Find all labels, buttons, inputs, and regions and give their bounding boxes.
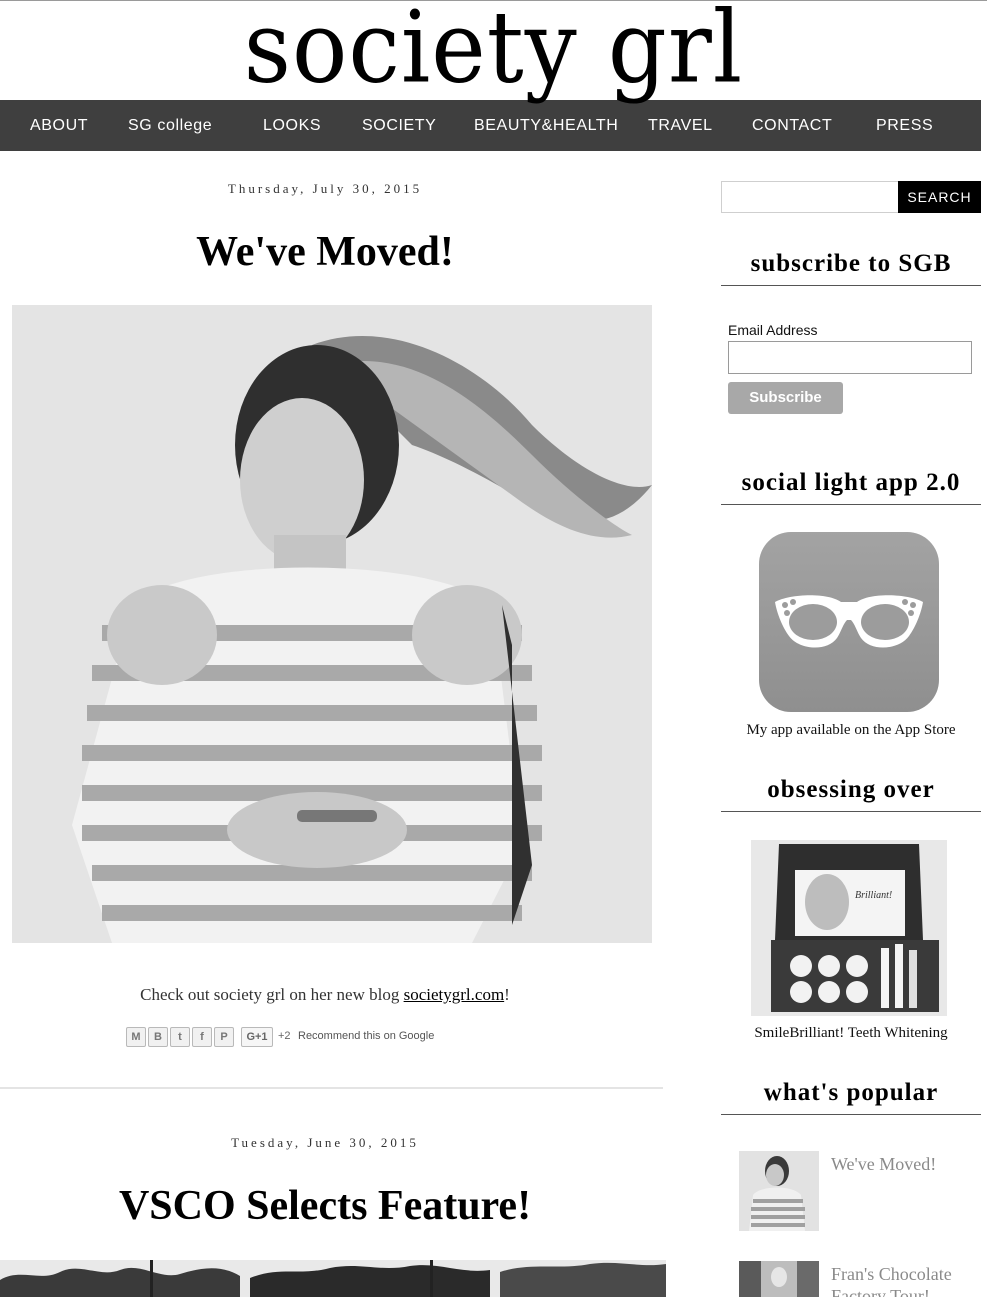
blogger-share-button[interactable]: B xyxy=(148,1027,168,1047)
site-logo-text[interactable]: society grl xyxy=(244,0,743,98)
popular-post-title-2[interactable]: Fran's Chocolate Factory Tour! xyxy=(831,1263,981,1297)
email-address-input[interactable] xyxy=(728,341,972,374)
google-plus-count: +2 xyxy=(278,1030,291,1042)
new-blog-link[interactable]: societygrl.com xyxy=(404,985,505,1004)
popular-widget-title: what's popular xyxy=(763,1079,939,1106)
post-date: Thursday, July 30, 2015 xyxy=(227,181,423,196)
obsessing-widget-rule xyxy=(721,811,981,812)
post-photo-trees[interactable] xyxy=(0,1260,666,1297)
google-plus-one-button[interactable]: G+1 xyxy=(241,1027,273,1047)
popular-thumb-illustration xyxy=(739,1151,819,1231)
post-photo-woman-striped-top[interactable] xyxy=(12,305,652,943)
popular-post-thumbnail-2[interactable] xyxy=(739,1261,819,1297)
popular-widget-rule xyxy=(721,1114,981,1115)
popular-thumb-2-illustration xyxy=(739,1261,819,1297)
popular-post-thumbnail[interactable] xyxy=(739,1151,819,1231)
google-plus-recommend-text: Recommend this on Google xyxy=(298,1030,435,1042)
app-caption: My app available on the App Store xyxy=(746,722,956,738)
post-title[interactable]: We've Moved! xyxy=(0,228,650,276)
post-photo-illustration xyxy=(12,305,652,943)
email-share-button[interactable]: M xyxy=(126,1027,146,1047)
search-input[interactable] xyxy=(721,181,899,213)
post-title-2[interactable]: VSCO Selects Feature! xyxy=(0,1182,650,1230)
obsessing-widget-title: obsessing over xyxy=(767,776,935,803)
post-body-text: Check out society grl on her new blog xyxy=(140,985,404,1004)
popular-post-title[interactable]: We've Moved! xyxy=(831,1153,981,1175)
post-date-2: Tuesday, June 30, 2015 xyxy=(231,1135,419,1150)
subscribe-button[interactable]: Subscribe xyxy=(728,382,843,414)
pinterest-share-button[interactable]: P xyxy=(214,1027,234,1047)
post-body-suffix: ! xyxy=(504,985,510,1004)
product-box-illustration: Brilliant! xyxy=(751,840,947,1016)
app-widget-rule xyxy=(721,504,981,505)
subscribe-widget-title: subscribe to SGB xyxy=(750,250,952,277)
post-photo-trees-illustration xyxy=(0,1260,666,1297)
subscribe-widget-rule xyxy=(721,285,981,286)
search-button[interactable]: SEARCH xyxy=(898,181,981,213)
sunglasses-icon xyxy=(775,595,923,648)
app-widget-title: social light app 2.0 xyxy=(741,469,961,496)
post-divider xyxy=(0,1087,663,1089)
twitter-share-button[interactable]: t xyxy=(170,1027,190,1047)
facebook-share-button[interactable]: f xyxy=(192,1027,212,1047)
teeth-whitening-product-image[interactable]: Brilliant! xyxy=(751,840,947,1016)
site-logo[interactable]: society grl xyxy=(0,0,987,118)
social-light-app-icon[interactable] xyxy=(759,532,939,712)
email-address-label: Email Address xyxy=(728,322,818,338)
obsessing-caption: SmileBrilliant! Teeth Whitening xyxy=(754,1025,948,1041)
post-body: Check out society grl on her new blog so… xyxy=(0,985,650,1005)
product-box-text: Brilliant! xyxy=(855,890,892,901)
